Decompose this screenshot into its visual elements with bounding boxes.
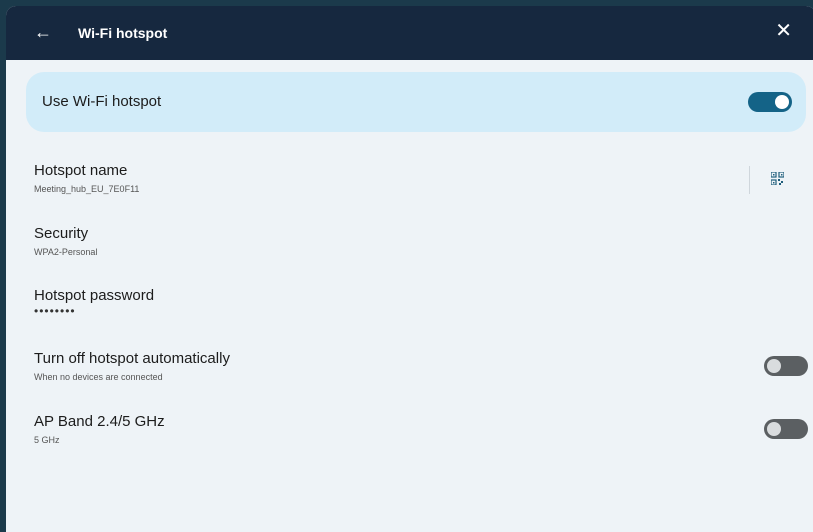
arrow-left-icon[interactable]: ←: [34, 23, 52, 41]
toggle-knob: [775, 95, 789, 109]
auto-off-row[interactable]: Turn off hotspot automatically When no d…: [34, 350, 230, 383]
page-title: Wi-Fi hotspot: [78, 25, 168, 41]
ap-band-title: AP Band 2.4/5 GHz: [34, 413, 165, 430]
top-app-bar: ← Wi-Fi hotspot ✕: [6, 6, 813, 60]
qr-code-icon[interactable]: [771, 172, 784, 185]
use-hotspot-toggle[interactable]: [748, 92, 792, 112]
hotspot-name-row[interactable]: Hotspot name Meeting_hub_EU_7E0F11: [34, 162, 139, 195]
ap-band-toggle[interactable]: [764, 419, 808, 439]
security-value: WPA2-Personal: [34, 247, 98, 257]
hotspot-name-value: Meeting_hub_EU_7E0F11: [34, 184, 140, 194]
close-icon[interactable]: ✕: [775, 21, 792, 41]
use-hotspot-card[interactable]: Use Wi-Fi hotspot: [26, 72, 806, 132]
security-row[interactable]: Security WPA2-Personal: [34, 225, 97, 258]
use-hotspot-label: Use Wi-Fi hotspot: [42, 93, 162, 110]
hotspot-settings-window: ← Wi-Fi hotspot ✕ Use Wi-Fi hotspot Hots…: [6, 6, 813, 532]
auto-off-subtitle: When no devices are connected: [34, 372, 163, 382]
hotspot-password-row[interactable]: Hotspot password ••••••••: [34, 287, 154, 317]
security-title: Security: [34, 225, 89, 242]
toggle-knob: [767, 359, 781, 373]
hotspot-password-value: ••••••••: [34, 304, 76, 318]
ap-band-subtitle: 5 GHz: [34, 435, 60, 445]
auto-off-toggle[interactable]: [764, 356, 808, 376]
auto-off-title: Turn off hotspot automatically: [34, 350, 230, 367]
ap-band-row[interactable]: AP Band 2.4/5 GHz 5 GHz: [34, 413, 165, 446]
divider: [749, 166, 750, 194]
hotspot-password-title: Hotspot password: [34, 287, 155, 304]
toggle-knob: [767, 422, 781, 436]
hotspot-name-title: Hotspot name: [34, 162, 128, 179]
